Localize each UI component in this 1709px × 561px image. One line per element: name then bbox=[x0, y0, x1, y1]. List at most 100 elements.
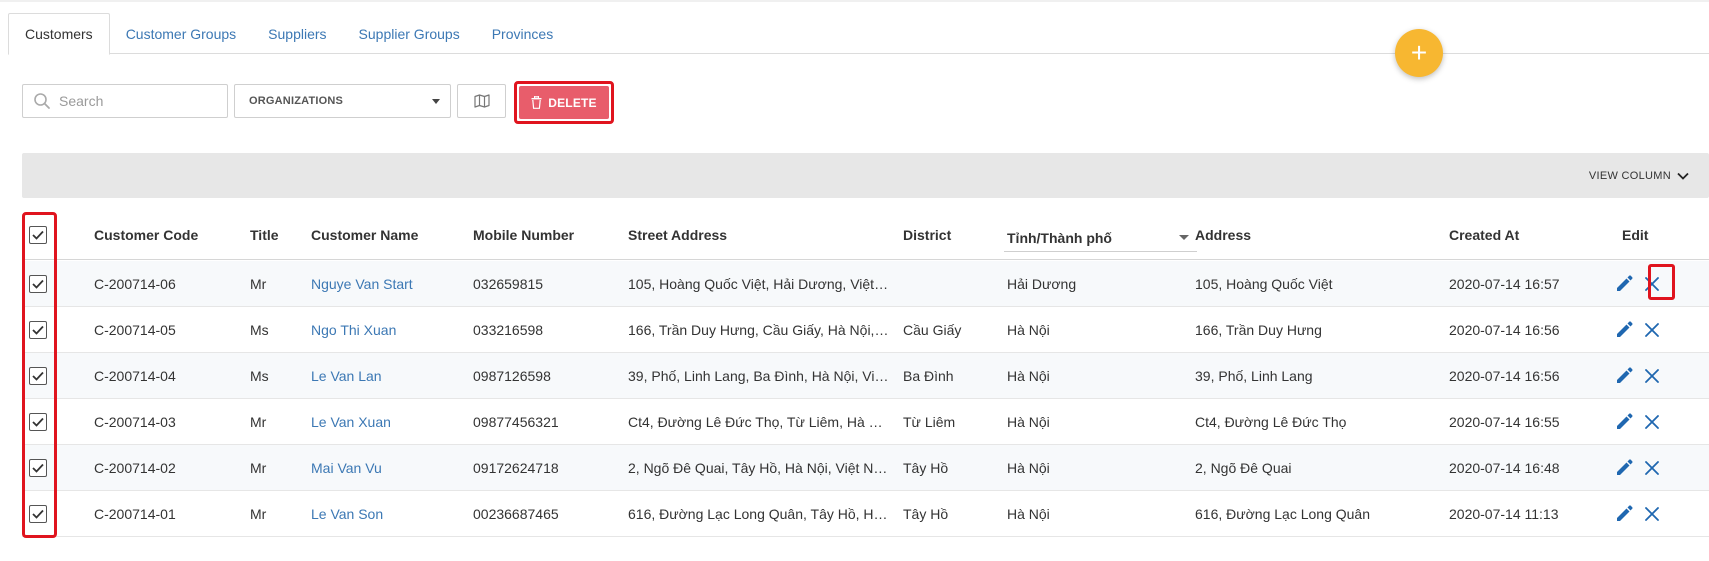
cell-title: Mr bbox=[250, 261, 305, 307]
cell-customer-name[interactable]: Le Van Son bbox=[311, 491, 466, 537]
cell-customer-name[interactable]: Mai Van Vu bbox=[311, 445, 466, 491]
cell-created-at: 2020-07-14 16:56 bbox=[1449, 353, 1609, 399]
row-checkbox[interactable] bbox=[29, 321, 47, 339]
header-title[interactable]: Title bbox=[250, 210, 279, 260]
cell-customer-name-text[interactable]: Nguye Van Start bbox=[311, 276, 413, 292]
cell-mobile-number: 09877456321 bbox=[473, 399, 623, 445]
organizations-select[interactable]: ORGANIZATIONS bbox=[234, 84, 451, 118]
cell-customer-code: C-200714-06 bbox=[94, 261, 239, 307]
edit-button[interactable] bbox=[1615, 320, 1634, 344]
edit-button[interactable] bbox=[1615, 366, 1634, 390]
table-row[interactable]: C-200714-04 Ms Le Van Lan 0987126598 39, Phố… bbox=[22, 353, 1709, 399]
close-icon bbox=[1645, 277, 1659, 291]
cell-customer-name[interactable]: Ngo Thi Xuan bbox=[311, 307, 466, 353]
remove-button[interactable] bbox=[1644, 368, 1660, 389]
cell-address: 616, Đường Lạc Long Quân bbox=[1195, 491, 1440, 537]
row-checkbox-cell bbox=[29, 445, 47, 491]
row-checkbox[interactable] bbox=[29, 275, 47, 293]
cell-province-text: Hà Nội bbox=[1007, 322, 1050, 338]
row-checkbox[interactable] bbox=[29, 413, 47, 431]
cell-title: Ms bbox=[250, 307, 305, 353]
cell-customer-name-text[interactable]: Le Van Son bbox=[311, 506, 383, 522]
cell-street-address: 39, Phố, Linh Lang, Ba Đình, Hà Nội, Việ… bbox=[628, 353, 890, 399]
header-address[interactable]: Address bbox=[1195, 210, 1251, 260]
cell-customer-code: C-200714-05 bbox=[94, 307, 239, 353]
cell-customer-name-text[interactable]: Mai Van Vu bbox=[311, 460, 382, 476]
edit-button[interactable] bbox=[1615, 412, 1634, 436]
table-row[interactable]: C-200714-03 Mr Le Van Xuan 09877456321 Ct4, … bbox=[22, 399, 1709, 445]
cell-address-text: Ct4, Đường Lê Đức Thọ bbox=[1195, 414, 1347, 430]
tab-suppliers[interactable]: Suppliers bbox=[252, 13, 342, 54]
remove-button[interactable] bbox=[1644, 322, 1660, 343]
edit-button[interactable] bbox=[1615, 458, 1634, 482]
cell-mobile-number: 00236687465 bbox=[473, 491, 623, 537]
row-checkbox-cell bbox=[29, 261, 47, 307]
chevron-down-icon bbox=[1677, 172, 1689, 180]
tab-bar: Customers Customer Groups Suppliers Supp… bbox=[8, 13, 1709, 55]
cell-customer-name-text[interactable]: Le Van Lan bbox=[311, 368, 382, 384]
cell-title: Mr bbox=[250, 445, 305, 491]
cell-street-address-text: Ct4, Đường Lê Đức Thọ, Từ Liêm, Hà Nội, … bbox=[628, 414, 890, 430]
table-row[interactable]: C-200714-02 Mr Mai Van Vu 09172624718 2, Ngõ… bbox=[22, 445, 1709, 491]
search-input[interactable] bbox=[59, 93, 219, 109]
search-box[interactable] bbox=[22, 84, 228, 118]
remove-button[interactable] bbox=[1644, 506, 1660, 527]
checkmark-icon bbox=[32, 509, 44, 519]
tab-provinces[interactable]: Provinces bbox=[476, 13, 569, 54]
cell-created-at: 2020-07-14 16:48 bbox=[1449, 445, 1609, 491]
cell-created-at-text: 2020-07-14 16:56 bbox=[1449, 368, 1560, 384]
select-all-checkbox[interactable] bbox=[29, 226, 47, 244]
cell-address-text: 39, Phố, Linh Lang bbox=[1195, 368, 1313, 384]
cell-title-text: Mr bbox=[250, 414, 267, 430]
cell-province: Hà Nội bbox=[1007, 445, 1187, 491]
cell-customer-code: C-200714-01 bbox=[94, 491, 239, 537]
row-checkbox[interactable] bbox=[29, 367, 47, 385]
cell-customer-name[interactable]: Le Van Lan bbox=[311, 353, 466, 399]
cell-province-text: Hà Nội bbox=[1007, 368, 1050, 384]
delete-button[interactable]: DELETE bbox=[519, 86, 609, 119]
header-district[interactable]: District bbox=[903, 210, 951, 260]
cell-province: Hà Nội bbox=[1007, 353, 1187, 399]
cell-district-text: Tây Hồ bbox=[903, 460, 949, 476]
cell-district: Từ Liêm bbox=[903, 399, 998, 445]
close-icon bbox=[1645, 369, 1659, 383]
table-row[interactable]: C-200714-06 Mr Nguye Van Start 032659815 105… bbox=[22, 261, 1709, 307]
header-street-address[interactable]: Street Address bbox=[628, 210, 727, 260]
cell-street-address: 166, Trần Duy Hưng, Cầu Giấy, Hà Nội, Vi… bbox=[628, 307, 890, 353]
cell-customer-name-text[interactable]: Le Van Xuan bbox=[311, 414, 391, 430]
close-icon bbox=[1645, 507, 1659, 521]
select-all-cell bbox=[29, 210, 47, 260]
table-row[interactable]: C-200714-05 Ms Ngo Thi Xuan 033216598 166, T… bbox=[22, 307, 1709, 353]
cell-district bbox=[903, 261, 998, 307]
cell-customer-name[interactable]: Nguye Van Start bbox=[311, 261, 466, 307]
checkmark-icon bbox=[32, 417, 44, 427]
tab-customers[interactable]: Customers bbox=[8, 13, 110, 55]
table-row[interactable]: C-200714-01 Mr Le Van Son 00236687465 616, Đ… bbox=[22, 491, 1709, 537]
remove-button[interactable] bbox=[1644, 276, 1660, 297]
cell-customer-name-text[interactable]: Ngo Thi Xuan bbox=[311, 322, 396, 338]
cell-customer-name[interactable]: Le Van Xuan bbox=[311, 399, 466, 445]
edit-button[interactable] bbox=[1615, 504, 1634, 528]
header-customer-code[interactable]: Customer Code bbox=[94, 210, 198, 260]
cell-province: Hải Dương bbox=[1007, 261, 1187, 307]
header-customer-name[interactable]: Customer Name bbox=[311, 210, 418, 260]
cell-street-address-text: 2, Ngõ Đê Quai, Tây Hồ, Hà Nội, Việt Nam bbox=[628, 460, 890, 476]
province-filter-select[interactable]: Tỉnh/Thành phố bbox=[1004, 224, 1197, 252]
cell-created-at: 2020-07-14 16:55 bbox=[1449, 399, 1609, 445]
remove-button[interactable] bbox=[1644, 460, 1660, 481]
remove-button[interactable] bbox=[1644, 414, 1660, 435]
row-checkbox[interactable] bbox=[29, 505, 47, 523]
tab-supplier-groups[interactable]: Supplier Groups bbox=[343, 13, 476, 54]
cell-created-at: 2020-07-14 16:56 bbox=[1449, 307, 1609, 353]
add-button[interactable]: + bbox=[1395, 29, 1443, 77]
header-created-at[interactable]: Created At bbox=[1449, 210, 1519, 260]
map-button[interactable] bbox=[457, 84, 506, 118]
row-checkbox[interactable] bbox=[29, 459, 47, 477]
cell-customer-code-text: C-200714-06 bbox=[94, 276, 176, 292]
tab-customer-groups[interactable]: Customer Groups bbox=[110, 13, 252, 54]
edit-button[interactable] bbox=[1615, 274, 1634, 298]
header-mobile-number[interactable]: Mobile Number bbox=[473, 210, 574, 260]
cell-district: Tây Hồ bbox=[903, 491, 998, 537]
cell-title: Ms bbox=[250, 353, 305, 399]
view-column-button[interactable]: VIEW COLUMN bbox=[1589, 153, 1689, 198]
